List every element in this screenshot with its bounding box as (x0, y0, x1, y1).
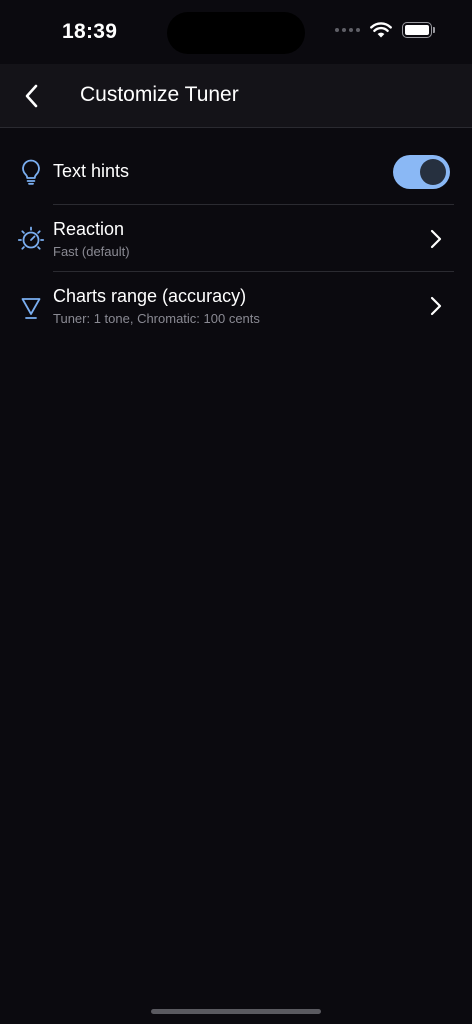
charts-range-row[interactable]: Charts range (accuracy) Tuner: 1 tone, C… (0, 272, 472, 339)
toggle-knob (420, 158, 446, 185)
charts-range-label: Charts range (accuracy) (53, 286, 247, 306)
dynamic-island (167, 12, 305, 54)
gauge-icon (17, 225, 45, 253)
reaction-value: Fast (default) (53, 244, 130, 259)
chevron-right-icon (426, 227, 446, 251)
text-hints-toggle[interactable] (393, 154, 450, 189)
text-hints-label: Text hints (53, 161, 130, 181)
wifi-icon (370, 22, 392, 38)
charts-range-value: Tuner: 1 tone, Chromatic: 100 cents (53, 311, 260, 326)
signal-dots-icon (335, 28, 360, 32)
chevron-left-icon (25, 84, 38, 108)
status-icons (335, 22, 435, 38)
settings-list: Text hints Reaction Fast (default) Chart… (0, 138, 472, 339)
triangle-icon (17, 292, 45, 320)
status-bar: 18:39 (0, 0, 472, 64)
page-title: Customize Tuner (80, 83, 239, 106)
reaction-row[interactable]: Reaction Fast (default) (0, 205, 472, 272)
chevron-right-icon (426, 294, 446, 318)
home-indicator[interactable] (151, 1009, 321, 1014)
text-hints-row[interactable]: Text hints (0, 138, 472, 205)
reaction-label: Reaction (53, 219, 125, 239)
back-button[interactable] (12, 74, 52, 118)
top-app-bar: Customize Tuner (0, 64, 472, 128)
lightbulb-icon (17, 158, 45, 186)
status-time: 18:39 (62, 20, 118, 43)
battery-icon (402, 22, 435, 38)
